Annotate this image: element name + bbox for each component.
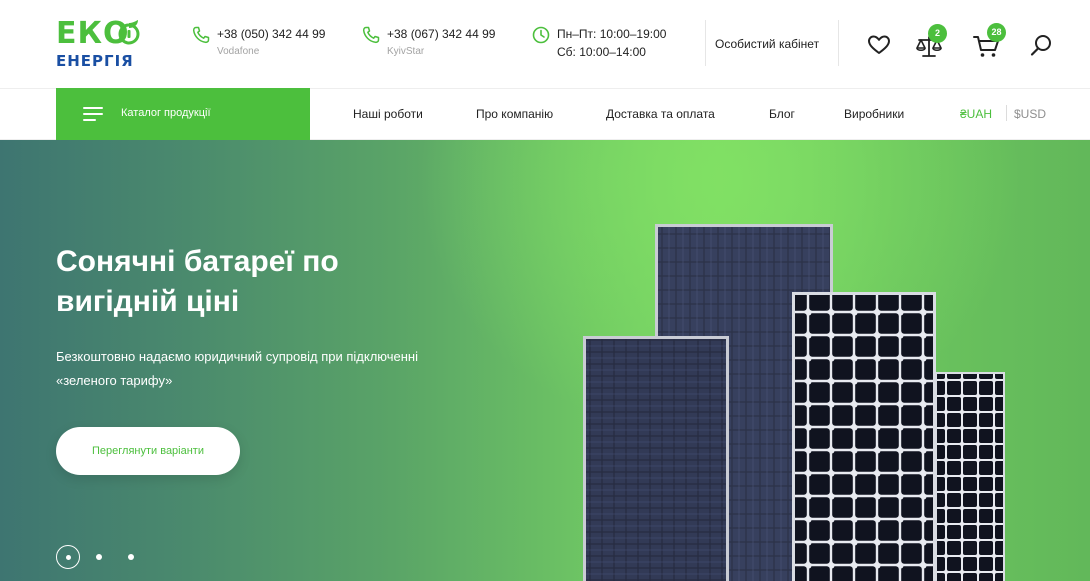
search-icon — [1030, 35, 1051, 56]
menu-icon — [83, 107, 103, 121]
contact-kyivstar: +38 (067) 342 44 99 KyivStar — [362, 26, 512, 66]
currency-divider — [1006, 105, 1007, 121]
view-options-button[interactable]: Переглянути варіанти — [56, 427, 240, 475]
wishlist-button[interactable] — [864, 30, 894, 60]
main-navigation: Каталог продукції Наші роботи Про компан… — [0, 88, 1090, 141]
nav-blog[interactable]: Блог — [769, 107, 795, 121]
hero-banner: Сонячні батареї по вигідній ціні Безкошт… — [0, 140, 1090, 581]
nav-manufacturers[interactable]: Виробники — [844, 107, 904, 121]
slide-dot-3[interactable] — [128, 554, 134, 560]
search-button[interactable] — [1027, 31, 1057, 61]
compare-count-badge: 2 — [928, 24, 947, 43]
divider — [705, 20, 706, 66]
working-hours: Пн–Пт: 10:00–19:00 Сб: 10:00–14:00 — [532, 26, 682, 66]
logo[interactable]: ЕКО ЕНЕРГІЯ — [56, 18, 140, 72]
solar-panels-image — [583, 224, 1005, 581]
slide-dot-1[interactable] — [56, 545, 80, 569]
phone-number[interactable]: +38 (067) 342 44 99 — [387, 27, 495, 41]
currency-usd[interactable]: $USD — [1014, 107, 1046, 121]
phone-operator: KyivStar — [387, 46, 425, 57]
hero-description: Безкоштовно надаємо юридичний супровід п… — [56, 349, 418, 388]
hero-title: Сонячні батареї по вигідній ціні — [56, 245, 339, 318]
nav-delivery[interactable]: Доставка та оплата — [606, 107, 715, 121]
slide-dot-2[interactable] — [96, 554, 102, 560]
heart-icon — [868, 35, 890, 54]
phone-number[interactable]: +38 (050) 342 44 99 — [217, 27, 325, 41]
top-header: ЕКО ЕНЕРГІЯ +38 (050) 342 44 99 Vodafone… — [0, 0, 1090, 88]
divider — [838, 20, 839, 66]
contact-vodafone: +38 (050) 342 44 99 Vodafone — [192, 26, 342, 66]
phone-icon — [192, 26, 210, 44]
clock-icon — [532, 26, 550, 44]
currency-uah[interactable]: ₴UAH — [960, 107, 992, 121]
cart-count-badge: 28 — [987, 23, 1006, 42]
hours-weekdays: Пн–Пт: 10:00–19:00 — [557, 27, 667, 41]
slider-pagination — [56, 545, 146, 569]
logo-subtitle: ЕНЕРГІЯ — [56, 52, 134, 70]
cart-button[interactable]: 28 — [972, 23, 1006, 61]
leaf-plug-icon — [118, 20, 140, 45]
hours-saturday: Сб: 10:00–14:00 — [557, 45, 646, 59]
account-link[interactable]: Особистий кабінет — [715, 37, 819, 51]
nav-about[interactable]: Про компанію — [476, 107, 553, 121]
catalog-label: Каталог продукції — [121, 107, 211, 119]
catalog-button[interactable]: Каталог продукції — [56, 88, 310, 141]
phone-icon — [362, 26, 380, 44]
compare-button[interactable]: 2 — [914, 24, 947, 62]
phone-operator: Vodafone — [217, 46, 260, 57]
nav-our-works[interactable]: Наші роботи — [353, 107, 423, 121]
